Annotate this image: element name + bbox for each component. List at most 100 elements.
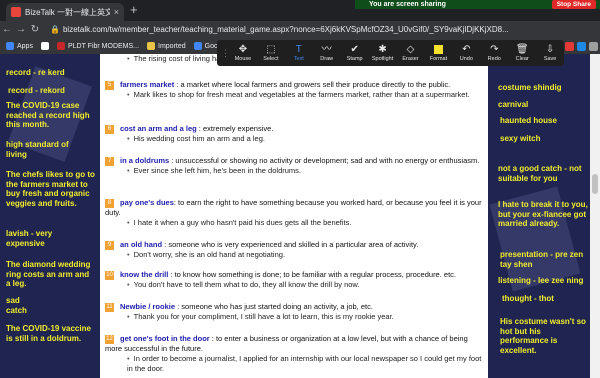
screen-sharing-banner: You are screen sharing Stop Share	[355, 0, 600, 9]
url-field[interactable]: 🔒 bizetalk.com/tw/member_teacher/teaching…	[50, 25, 509, 34]
vocab-entry: 5 farmers market : a market where local f…	[105, 80, 485, 100]
vocab-entry: 8 pay one's dues: to earn the right to ha…	[105, 198, 485, 228]
url-text: bizetalk.com/tw/member_teacher/teaching_…	[62, 25, 509, 34]
bookmark-favicon-icon	[40, 42, 49, 50]
extension-icon[interactable]	[565, 42, 574, 51]
tool-save[interactable]: ⇩ Save	[536, 44, 564, 62]
annotation-note: The COVID-19 vaccine is still in a doldr…	[6, 324, 91, 343]
tool-format[interactable]: Format	[424, 44, 452, 62]
extension-icon[interactable]	[577, 42, 586, 51]
entry-definition: : someone who has just started doing an …	[175, 302, 373, 311]
entry-definition: : to know how something is done; to be f…	[168, 270, 456, 279]
entry-number: 9	[105, 240, 114, 250]
example-sentence: You don't have to tell them what to do, …	[127, 280, 485, 290]
google-icon	[193, 42, 202, 50]
page-scrollbar[interactable]	[590, 54, 600, 378]
entry-term: cost an arm and a leg	[120, 124, 197, 133]
annotation-note: record - re kerd	[6, 68, 65, 77]
bookmark-item[interactable]	[40, 42, 49, 50]
teaching-material-content: The rising cost of living has forced man…	[100, 54, 488, 378]
reload-icon[interactable]: ↻	[28, 24, 42, 35]
entry-number: 11	[105, 302, 114, 312]
tool-mouse[interactable]: ✥ Mouse	[229, 44, 257, 62]
annotation-note: listening - lee zee ning	[498, 276, 584, 285]
tool-text[interactable]: T Text	[285, 44, 313, 62]
browser-tab[interactable]: BizeTalk 一對一線上英文家教網 ×	[6, 3, 124, 21]
redo-icon: ↷	[490, 44, 499, 55]
extension-icon[interactable]	[589, 42, 598, 51]
tool-spotlight[interactable]: ✱ Spotlight	[369, 44, 397, 62]
entry-term: in a doldrums	[120, 156, 170, 165]
site-favicon-icon	[11, 7, 21, 17]
tab-title: BizeTalk 一對一線上英文家教網	[25, 7, 110, 17]
folder-icon	[147, 42, 156, 50]
annotation-note: high standard of living	[6, 140, 69, 159]
entry-term: know the drill	[120, 270, 169, 279]
scrollbar-thumb[interactable]	[592, 174, 598, 194]
annotation-note: I hate to break it to you, but your ex-f…	[498, 200, 588, 228]
close-tab-icon[interactable]: ×	[114, 7, 119, 17]
annotation-note: catch	[6, 306, 27, 315]
tool-undo[interactable]: ↶ Undo	[452, 44, 480, 62]
entry-number: 10	[105, 270, 114, 280]
bookmark-imported[interactable]: Imported	[147, 42, 186, 50]
entry-number: 8	[105, 198, 114, 208]
entry-term: get one's foot in the door	[120, 334, 210, 343]
annotation-note: The chefs likes to go to the farmers mar…	[6, 170, 95, 208]
vocab-entry: 12 get one's foot in the door : to enter …	[105, 334, 485, 374]
annotation-note: thought - thot	[502, 294, 554, 303]
entry-definition: : a market where local farmers and growe…	[174, 80, 451, 89]
lock-icon: 🔒	[50, 25, 60, 34]
example-sentence: Mark likes to shop for fresh meat and ve…	[127, 90, 485, 100]
annotation-note: not a good catch - not suitable for you	[498, 164, 582, 183]
vocab-entry: 10 know the drill : to know how something…	[105, 270, 485, 290]
color-swatch-icon	[433, 45, 443, 54]
entry-definition: : unsuccessful or showing no activity or…	[169, 156, 480, 165]
apps-grid-icon	[6, 42, 14, 50]
back-icon[interactable]: ←	[0, 24, 14, 35]
vocab-entry: 6 cost an arm and a leg : extremely expen…	[105, 124, 485, 144]
stop-share-button[interactable]: Stop Share	[551, 0, 596, 9]
new-tab-button[interactable]: +	[130, 3, 138, 17]
left-annotation-column: record - re kerd record - rekord The COV…	[0, 54, 100, 378]
tool-draw[interactable]: 〰 Draw	[313, 44, 341, 62]
annotation-note: record - rekord	[8, 86, 65, 95]
vocab-entry: 7 in a doldrums : unsuccessful or showing…	[105, 156, 485, 176]
annotation-note: The diamond wedding ring costs an arm an…	[6, 260, 91, 288]
annotation-note: sad	[6, 296, 20, 305]
tool-clear[interactable]: 🗑 Clear	[508, 44, 536, 62]
annotation-note: His costume wasn't so hot but his perfor…	[500, 317, 586, 355]
example-sentence: Thank you for your compliment, I still h…	[127, 312, 485, 322]
vocab-entry: 11 Newbie / rookie : someone who has just…	[105, 302, 485, 322]
tool-redo[interactable]: ↷ Redo	[480, 44, 508, 62]
entry-number: 7	[105, 156, 114, 166]
mouse-icon: ✥	[238, 44, 248, 55]
example-sentence: I hate it when a guy who hasn't paid his…	[127, 218, 485, 228]
select-icon: ⬚	[266, 44, 276, 55]
annotation-note: The COVID-19 case reached a record high …	[6, 101, 90, 129]
entry-number: 5	[105, 80, 114, 90]
entry-term: pay one's dues	[120, 198, 174, 207]
entry-term: an old hand	[120, 240, 163, 249]
entry-definition: : someone who is very experienced and sk…	[162, 240, 419, 249]
eraser-icon: ◇	[406, 44, 415, 55]
stamp-icon: ✔	[350, 44, 359, 55]
example-sentence: His wedding cost him an arm and a leg.	[127, 134, 485, 144]
entry-definition: : extremely expensive.	[196, 124, 274, 133]
draw-icon: 〰	[321, 44, 332, 55]
entry-number: 12	[105, 334, 114, 344]
forward-icon[interactable]: →	[14, 24, 28, 35]
bookmark-apps[interactable]: Apps	[6, 42, 33, 50]
example-sentence: Don't worry, she is an old hand at negot…	[127, 250, 485, 260]
page-area: record - re kerd record - rekord The COV…	[0, 54, 600, 378]
tool-eraser[interactable]: ◇ Eraser	[397, 44, 425, 62]
annotation-note: haunted house	[500, 116, 557, 125]
save-icon: ⇩	[545, 44, 555, 55]
annotation-note: costume shindig	[498, 83, 562, 92]
pldt-favicon-icon	[56, 42, 65, 50]
example-sentence: Ever since she left him, he's been in th…	[127, 166, 485, 176]
drag-handle-icon[interactable]: ⋮	[221, 48, 230, 59]
tool-select[interactable]: ⬚ Select	[257, 44, 285, 62]
bookmark-pldt[interactable]: PLDT Fibr MODEMS...	[56, 42, 139, 50]
tool-stamp[interactable]: ✔ Stamp	[341, 44, 369, 62]
